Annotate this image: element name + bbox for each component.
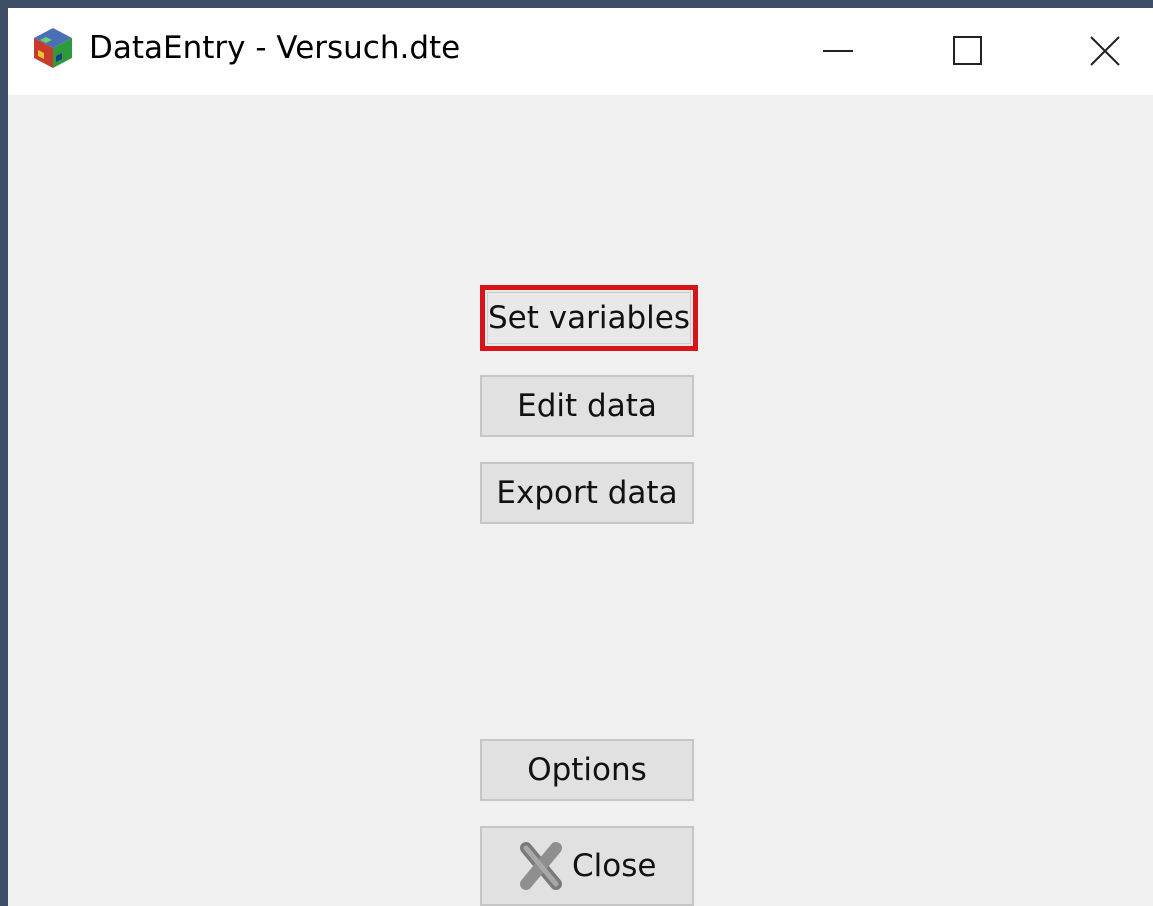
options-label: Options <box>527 752 647 788</box>
title-bar[interactable]: DataEntry - Versuch.dte <box>8 8 1153 95</box>
options-button[interactable]: Options <box>480 739 694 801</box>
maximize-icon <box>953 36 982 65</box>
edit-data-button[interactable]: Edit data <box>480 375 694 437</box>
set-variables-button[interactable]: Set variables <box>480 285 698 351</box>
close-window-button[interactable] <box>1043 8 1153 95</box>
maximize-button[interactable] <box>913 8 1023 95</box>
close-label: Close <box>572 848 657 884</box>
minimize-button[interactable] <box>783 8 893 95</box>
export-data-button[interactable]: Export data <box>480 462 694 524</box>
set-variables-label: Set variables <box>488 300 690 336</box>
app-window: DataEntry - Versuch.dte Set variables Ed… <box>8 8 1153 906</box>
close-x-icon <box>520 842 562 890</box>
export-data-label: Export data <box>496 475 678 511</box>
window-title: DataEntry - Versuch.dte <box>89 30 461 66</box>
cube-icon <box>32 26 74 70</box>
close-button[interactable]: Close <box>480 826 694 906</box>
close-icon <box>1090 36 1120 66</box>
minimize-icon <box>823 50 853 52</box>
edit-data-label: Edit data <box>517 388 657 424</box>
